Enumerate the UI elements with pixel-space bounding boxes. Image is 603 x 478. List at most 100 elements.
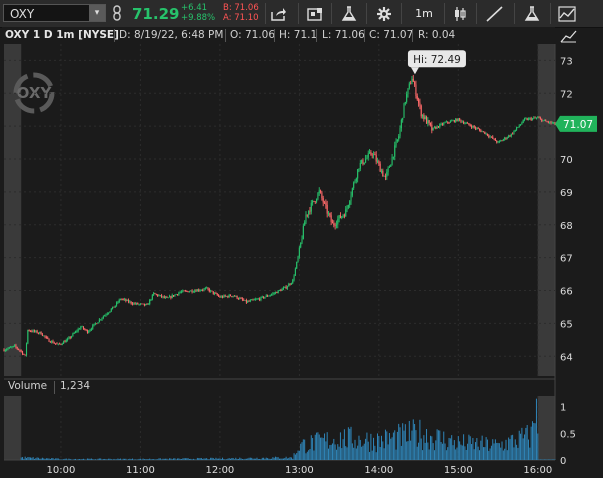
candle-body	[56, 343, 58, 345]
volume-bar	[533, 422, 535, 460]
volume-bar	[535, 398, 537, 460]
volume-bar	[196, 457, 198, 460]
volume-bar	[216, 458, 218, 460]
candle-body	[186, 290, 188, 292]
volume-bar	[387, 444, 389, 460]
volume-bar	[285, 456, 287, 460]
candle-body	[374, 154, 376, 156]
volume-bar	[366, 432, 368, 460]
candle-body	[41, 334, 43, 336]
volume-bar	[191, 459, 193, 460]
volume-bar	[23, 458, 25, 460]
volume-bar	[380, 435, 382, 460]
candle-body	[488, 135, 490, 137]
candle-body	[63, 341, 65, 344]
volume-bar	[375, 452, 377, 460]
volume-bar	[471, 444, 473, 460]
volume-bar	[142, 458, 144, 460]
candle-body	[435, 127, 437, 129]
volume-bar	[275, 456, 277, 460]
candle-body	[171, 295, 173, 298]
candle-body	[523, 118, 526, 120]
volume-bar	[289, 457, 291, 460]
candle-body	[416, 95, 418, 100]
candle-body	[309, 210, 311, 212]
volume-bar	[114, 459, 116, 460]
volume-bar	[403, 430, 405, 460]
candle-body	[533, 117, 535, 119]
candle-body	[113, 306, 115, 308]
volume-bar	[391, 437, 393, 460]
candle-body	[27, 329, 29, 344]
candle-body	[198, 289, 200, 291]
candle-body	[31, 331, 33, 332]
candle-body	[223, 295, 225, 298]
candle-body	[241, 298, 243, 300]
price-chart[interactable]: OXY 6465666768697071727310:0011:0012:001…	[0, 0, 603, 478]
volume-bar	[349, 428, 351, 460]
volume-bar	[420, 438, 422, 460]
volume-bar	[155, 459, 157, 460]
candle-body	[77, 328, 79, 332]
volume-bar	[453, 440, 455, 460]
candle-body	[19, 349, 21, 351]
candle-body	[482, 131, 485, 133]
candle-body	[43, 335, 45, 337]
candle-body	[535, 117, 538, 119]
volume-bar	[61, 459, 63, 460]
volume-bar	[167, 459, 169, 460]
candle-body	[437, 126, 439, 128]
candle-body	[366, 157, 368, 159]
volume-bar	[182, 458, 184, 460]
candle-body	[187, 291, 189, 293]
candle-body	[101, 318, 103, 320]
volume-bar	[359, 439, 361, 460]
volume-bar	[461, 445, 463, 460]
candle-body	[512, 133, 514, 135]
candle-body	[342, 215, 344, 217]
candle-body	[76, 331, 78, 332]
volume-bar	[163, 458, 165, 460]
candle-body	[206, 287, 208, 289]
volume-bar	[212, 458, 214, 460]
candle-body	[247, 301, 249, 303]
candle-body	[297, 256, 299, 262]
volume-bar	[512, 434, 514, 460]
volume-bar	[284, 458, 286, 460]
candle-body	[553, 122, 555, 124]
volume-bar	[37, 457, 39, 460]
candle-body	[391, 156, 393, 165]
volume-bar	[146, 459, 148, 460]
volume-bar	[433, 450, 435, 460]
volume-bar	[510, 435, 512, 460]
candle-body	[365, 158, 367, 163]
candle-body	[23, 354, 25, 356]
volume-bar	[48, 458, 50, 460]
candle-body	[447, 121, 449, 123]
candle-body	[429, 122, 432, 125]
candle-body	[178, 292, 180, 295]
volume-bar	[108, 458, 110, 460]
volume-bar	[312, 438, 314, 460]
volume-bar	[549, 459, 551, 460]
candle-body	[469, 124, 471, 126]
candle-body	[476, 128, 478, 130]
volume-bar	[255, 458, 257, 460]
volume-bar	[211, 457, 213, 460]
candle-body	[53, 343, 55, 344]
candle-body	[359, 162, 361, 169]
volume-bar	[45, 458, 47, 460]
candle-body	[257, 298, 259, 300]
candle-body	[108, 312, 110, 314]
volume-bar	[347, 427, 349, 460]
volume-bar	[231, 458, 233, 460]
candle-body	[494, 138, 496, 141]
candle-body	[459, 118, 461, 120]
volume-bar	[517, 447, 519, 460]
volume-bar	[520, 433, 522, 460]
candle-body	[249, 300, 251, 302]
candle-body	[158, 295, 160, 297]
candle-body	[251, 299, 253, 301]
volume-bar	[280, 458, 282, 460]
candle-body	[428, 120, 430, 123]
